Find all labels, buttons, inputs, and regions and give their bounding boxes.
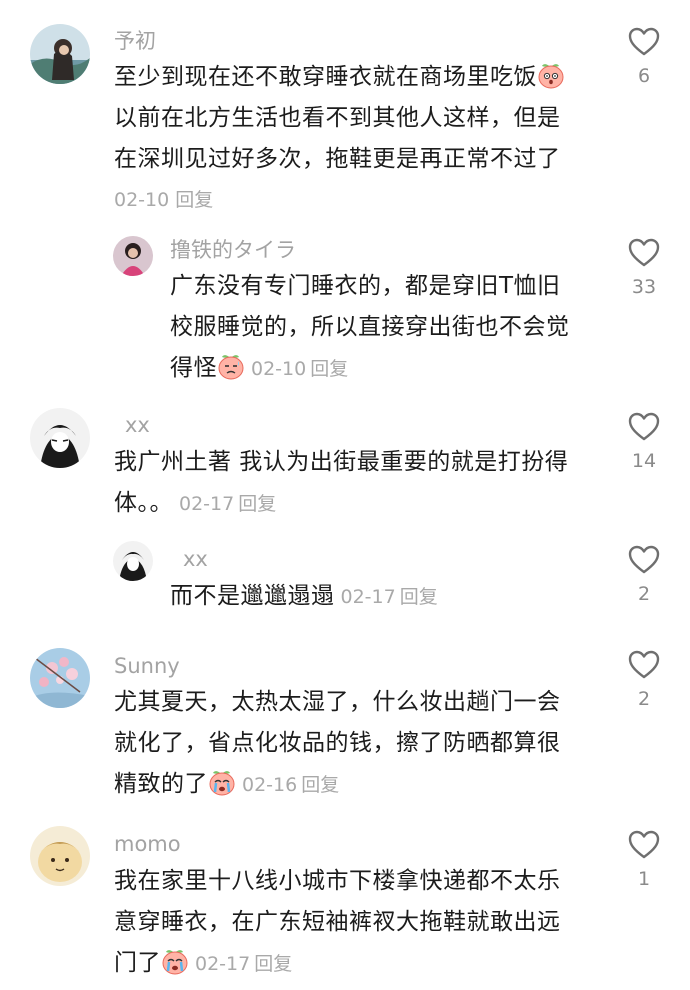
comment-text-line: 精致的了 <box>114 771 208 797</box>
reply-text-line: 得怪 <box>170 355 217 381</box>
avatar[interactable] <box>30 648 90 708</box>
heart-outline-icon[interactable] <box>628 412 660 442</box>
comment-username[interactable]: 予初 <box>114 27 156 55</box>
crying-peach-emoji <box>161 947 189 975</box>
like-button[interactable]: 2 <box>614 650 674 710</box>
avatar[interactable] <box>30 408 90 468</box>
heart-outline-icon[interactable] <box>628 545 660 575</box>
comment-text-line: 体。。 <box>114 490 173 516</box>
comment-date: 02-17 <box>195 953 251 975</box>
heart-outline-icon[interactable] <box>628 27 660 57</box>
comment-text-line: 在深圳见过好多次，拖鞋更是再正常不过了 <box>114 146 561 172</box>
avatar[interactable] <box>30 826 90 886</box>
reply-button[interactable]: 回复 <box>175 189 213 211</box>
comment-date: 02-16 <box>242 774 298 796</box>
like-button[interactable]: 6 <box>614 27 674 87</box>
shocked-peach-emoji <box>537 61 565 89</box>
like-count: 33 <box>631 276 657 298</box>
comment-text-line: 我广州土著 我认为出街最重要的就是打扮得 <box>114 449 569 475</box>
comment-username[interactable]: xx <box>125 411 150 439</box>
comment-text-line: 意穿睡衣，在广东短袖裤衩大拖鞋就敢出远 <box>114 909 561 935</box>
heart-outline-icon[interactable] <box>628 830 660 860</box>
reply-text: 广东没有专门睡衣的，都是穿旧T恤旧 校服睡觉的，所以直接穿出街也不会觉 得怪 02… <box>170 266 570 390</box>
like-count: 1 <box>637 868 651 890</box>
avatar[interactable] <box>30 24 90 84</box>
comment-username[interactable]: momo <box>114 830 181 858</box>
reply-button[interactable]: 回复 <box>400 586 438 608</box>
like-button[interactable]: 2 <box>614 545 674 605</box>
comment-text-line: 门了 <box>114 950 161 976</box>
comment-username[interactable]: Sunny <box>114 652 180 680</box>
reply-date: 02-17 <box>340 586 396 608</box>
reply-button[interactable]: 回复 <box>238 493 276 515</box>
reply-username[interactable]: xx <box>183 545 208 573</box>
crying-peach-emoji <box>208 768 236 796</box>
comment-text-line: 尤其夏天，太热太湿了，什么妆出趟门一会 <box>114 689 561 715</box>
comment-text: 我广州土著 我认为出街最重要的就是打扮得 体。。 02-17 回复 <box>114 442 568 525</box>
like-button[interactable]: 1 <box>614 830 674 890</box>
reply-text: 而不是邋邋遢遢 02-17 回复 <box>170 576 438 618</box>
comment-date: 02-17 <box>179 493 235 515</box>
comment-date: 02-10 <box>114 189 170 211</box>
comment-text: 至少到现在还不敢穿睡衣就在商场里吃饭 以前在北方生活也看不到其他人这样，但是 在… <box>114 57 565 180</box>
avatar[interactable] <box>113 236 153 276</box>
reply-button[interactable]: 回复 <box>254 953 292 975</box>
reply-text-line: 广东没有专门睡衣的，都是穿旧T恤旧 <box>170 273 561 299</box>
reply-date: 02-10 <box>251 358 307 380</box>
avatar[interactable] <box>113 541 153 581</box>
reply-text-line: 而不是邋邋遢遢 <box>170 583 335 609</box>
like-count: 6 <box>637 65 651 87</box>
heart-outline-icon[interactable] <box>628 650 660 680</box>
comment-text: 我在家里十八线小城市下楼拿快递都不太乐 意穿睡衣，在广东短袖裤衩大拖鞋就敢出远 … <box>114 861 561 985</box>
comment-text-line: 我在家里十八线小城市下楼拿快递都不太乐 <box>114 868 561 894</box>
comment-text: 尤其夏天，太热太湿了，什么妆出趟门一会 就化了，省点化妆品的钱，擦了防晒都算很 … <box>114 682 561 806</box>
reply-username[interactable]: 撸铁的タイラ <box>170 236 296 264</box>
like-button[interactable]: 33 <box>614 238 674 298</box>
like-count: 14 <box>631 450 657 472</box>
comment-meta: 02-10 回复 <box>114 185 213 212</box>
like-button[interactable]: 14 <box>614 412 674 472</box>
like-count: 2 <box>637 688 651 710</box>
reply-button[interactable]: 回复 <box>310 358 348 380</box>
heart-outline-icon[interactable] <box>628 238 660 268</box>
like-count: 2 <box>637 583 651 605</box>
awkward-peach-emoji <box>217 352 245 380</box>
comment-text-line: 就化了，省点化妆品的钱，擦了防晒都算很 <box>114 730 561 756</box>
comment-text-line: 至少到现在还不敢穿睡衣就在商场里吃饭 <box>114 64 537 90</box>
reply-text-line: 校服睡觉的，所以直接穿出街也不会觉 <box>170 314 570 340</box>
reply-button[interactable]: 回复 <box>301 774 339 796</box>
comment-text-line: 以前在北方生活也看不到其他人这样，但是 <box>114 105 561 131</box>
